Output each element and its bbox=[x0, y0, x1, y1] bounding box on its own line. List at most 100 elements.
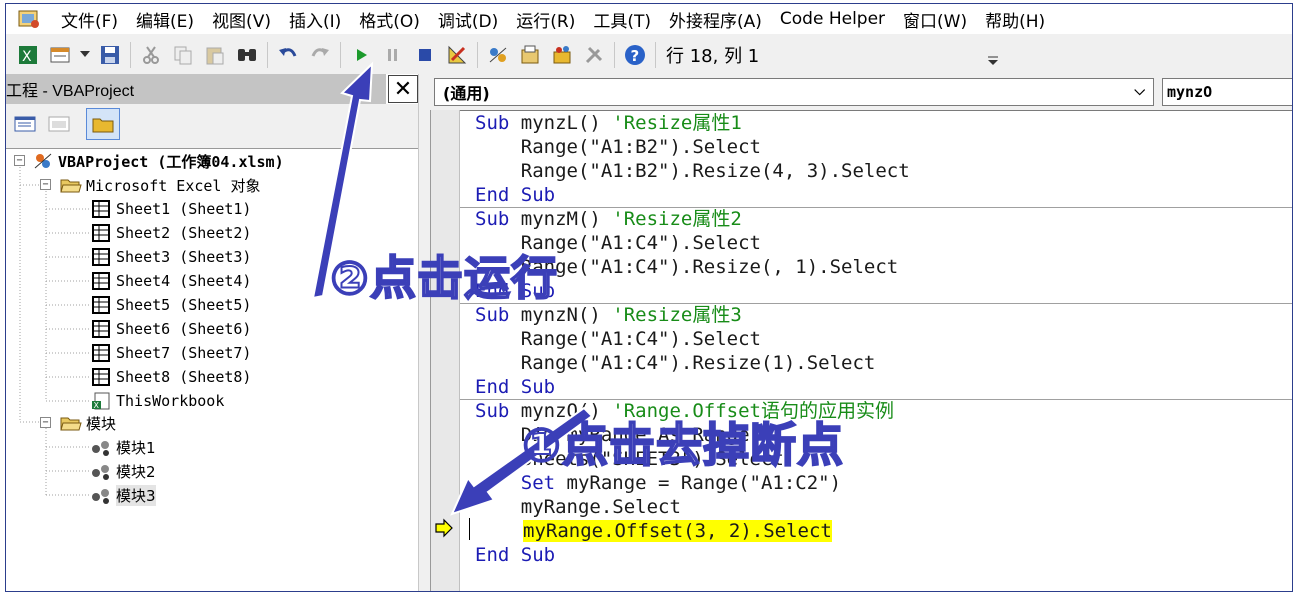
code-line: End Sub bbox=[475, 544, 556, 566]
view-code-icon[interactable] bbox=[12, 110, 38, 138]
code-line: Sub mynzM() 'Resize属性2 bbox=[475, 208, 742, 230]
chevron-down-icon[interactable] bbox=[79, 42, 91, 68]
save-icon[interactable] bbox=[97, 42, 123, 68]
project-explorer-icon[interactable] bbox=[485, 42, 511, 68]
workbook-icon: X bbox=[90, 391, 112, 411]
object-browser-icon[interactable] bbox=[549, 42, 575, 68]
tree-node-sheet2[interactable]: Sheet2 (Sheet2) bbox=[90, 221, 251, 245]
tree-node-label: ThisWorkbook bbox=[116, 392, 225, 410]
menu-tools[interactable]: 工具(T) bbox=[584, 7, 660, 32]
svg-text:X: X bbox=[94, 401, 100, 410]
tree-node-label: Sheet7 (Sheet7) bbox=[116, 344, 252, 362]
menu-format[interactable]: 格式(O) bbox=[350, 7, 429, 32]
tree-node-label: Sheet3 (Sheet3) bbox=[116, 248, 252, 266]
copy-icon[interactable] bbox=[170, 42, 196, 68]
tree-node-sheet8[interactable]: Sheet8 (Sheet8) bbox=[90, 365, 251, 389]
reset-icon[interactable] bbox=[412, 42, 438, 68]
svg-text:?: ? bbox=[631, 47, 640, 65]
svg-text:X: X bbox=[22, 49, 32, 65]
tree-node-sheet1[interactable]: Sheet1 (Sheet1) bbox=[90, 197, 251, 221]
tree-node-sheet5[interactable]: Sheet5 (Sheet5) bbox=[90, 293, 251, 317]
toolbar-options-icon[interactable] bbox=[986, 41, 1000, 69]
procedure-dropdown[interactable]: mynzO bbox=[1162, 78, 1292, 106]
view-object-icon[interactable] bbox=[46, 110, 72, 138]
chevron-down-icon[interactable]: ⌵ bbox=[1134, 83, 1145, 99]
execution-pointer-icon[interactable] bbox=[434, 518, 454, 538]
tree-node-sheet6[interactable]: Sheet6 (Sheet6) bbox=[90, 317, 251, 341]
menu-view[interactable]: 视图(V) bbox=[203, 7, 280, 32]
tree-node-label: Sheet2 (Sheet2) bbox=[116, 224, 252, 242]
tree-collapse-icon[interactable]: − bbox=[40, 417, 51, 428]
tree-collapse-icon[interactable]: − bbox=[14, 155, 25, 166]
code-line: End Sub bbox=[475, 376, 556, 398]
tree-node-sheet3[interactable]: Sheet3 (Sheet3) bbox=[90, 245, 251, 269]
tree-node-vbaproject[interactable]: VBAProject (工作簿04.xlsm) bbox=[32, 149, 284, 173]
menu-debug[interactable]: 调试(D) bbox=[429, 7, 507, 32]
tree-node-label: Sheet6 (Sheet6) bbox=[116, 320, 252, 338]
help-icon[interactable]: ? bbox=[622, 42, 648, 68]
toolbox-icon[interactable] bbox=[581, 42, 607, 68]
tree-node-module3[interactable]: 模块3 bbox=[90, 483, 156, 507]
toolbar-separator bbox=[130, 42, 131, 68]
code-line: Range("A1:C4").Select bbox=[475, 328, 761, 350]
redo-icon[interactable] bbox=[307, 42, 333, 68]
project-tree: − − − VBAProject (工作簿04.xlsm) Microsoft … bbox=[6, 148, 418, 591]
vbe-window: 文件(F) 编辑(E) 视图(V) 插入(I) 格式(O) 调试(D) 运行(R… bbox=[5, 3, 1293, 592]
text-caret bbox=[469, 518, 470, 540]
menu-addins[interactable]: 外接程序(A) bbox=[660, 7, 771, 32]
code-editor[interactable]: Sub mynzL() 'Resize属性1 Range("A1:B2").Se… bbox=[460, 110, 1292, 591]
menu-help[interactable]: 帮助(H) bbox=[976, 7, 1054, 32]
menu-bar: 文件(F) 编辑(E) 视图(V) 插入(I) 格式(O) 调试(D) 运行(R… bbox=[6, 4, 1292, 34]
tree-node-label: 模块1 bbox=[116, 438, 156, 457]
open-folder-icon bbox=[60, 413, 82, 433]
worksheet-icon bbox=[90, 223, 112, 243]
tree-node-excel-objects[interactable]: Microsoft Excel 对象 bbox=[60, 173, 261, 197]
view-excel-icon[interactable]: X bbox=[15, 42, 41, 68]
break-icon[interactable] bbox=[380, 42, 406, 68]
project-explorer: 工程 - VBAProject ✕ − − − VBAProject (工作簿0… bbox=[6, 74, 422, 591]
properties-icon[interactable] bbox=[517, 42, 543, 68]
worksheet-icon bbox=[90, 199, 112, 219]
insert-module-icon[interactable] bbox=[47, 42, 73, 68]
paste-icon[interactable] bbox=[202, 42, 228, 68]
worksheet-icon bbox=[90, 367, 112, 387]
cut-icon[interactable] bbox=[138, 42, 164, 68]
open-folder-icon bbox=[60, 175, 82, 195]
menu-code-helper[interactable]: Code Helper bbox=[771, 9, 894, 29]
worksheet-icon bbox=[90, 319, 112, 339]
menu-file[interactable]: 文件(F) bbox=[52, 7, 127, 32]
vbe-app-icon[interactable] bbox=[16, 8, 42, 30]
module-icon bbox=[90, 461, 112, 481]
tree-node-module2[interactable]: 模块2 bbox=[90, 459, 156, 483]
cursor-position-readout: 行 18, 列 1 bbox=[666, 41, 986, 69]
close-icon[interactable]: ✕ bbox=[388, 75, 418, 103]
menu-window[interactable]: 窗口(W) bbox=[894, 7, 976, 32]
run-icon[interactable] bbox=[348, 42, 374, 68]
worksheet-icon bbox=[90, 271, 112, 291]
menu-insert[interactable]: 插入(I) bbox=[280, 7, 350, 32]
object-dropdown-value: (通用) bbox=[443, 84, 490, 103]
undo-icon[interactable] bbox=[275, 42, 301, 68]
design-mode-icon[interactable] bbox=[444, 42, 470, 68]
toolbar-separator bbox=[477, 42, 478, 68]
tree-node-label: 模块 bbox=[86, 414, 117, 433]
object-dropdown[interactable]: (通用) ⌵ bbox=[434, 78, 1154, 106]
tree-node-sheet4[interactable]: Sheet4 (Sheet4) bbox=[90, 269, 251, 293]
toggle-folders-icon[interactable] bbox=[86, 108, 120, 140]
menu-edit[interactable]: 编辑(E) bbox=[127, 7, 203, 32]
worksheet-icon bbox=[90, 295, 112, 315]
toolbar-separator bbox=[340, 42, 341, 68]
pane-splitter[interactable] bbox=[418, 74, 426, 591]
tree-node-modules[interactable]: 模块 bbox=[60, 411, 116, 435]
code-line: myRange.Select bbox=[475, 496, 681, 518]
tree-collapse-icon[interactable]: − bbox=[40, 179, 51, 190]
worksheet-icon bbox=[90, 247, 112, 267]
find-icon[interactable] bbox=[234, 42, 260, 68]
tree-node-thisworkbook[interactable]: X ThisWorkbook bbox=[90, 389, 224, 413]
tree-node-module1[interactable]: 模块1 bbox=[90, 435, 156, 459]
tree-node-sheet7[interactable]: Sheet7 (Sheet7) bbox=[90, 341, 251, 365]
toolbar-separator bbox=[614, 42, 615, 68]
menu-run[interactable]: 运行(R) bbox=[507, 7, 584, 32]
run-annotation-label: ②点击运行 bbox=[329, 250, 558, 306]
module-icon bbox=[90, 437, 112, 457]
